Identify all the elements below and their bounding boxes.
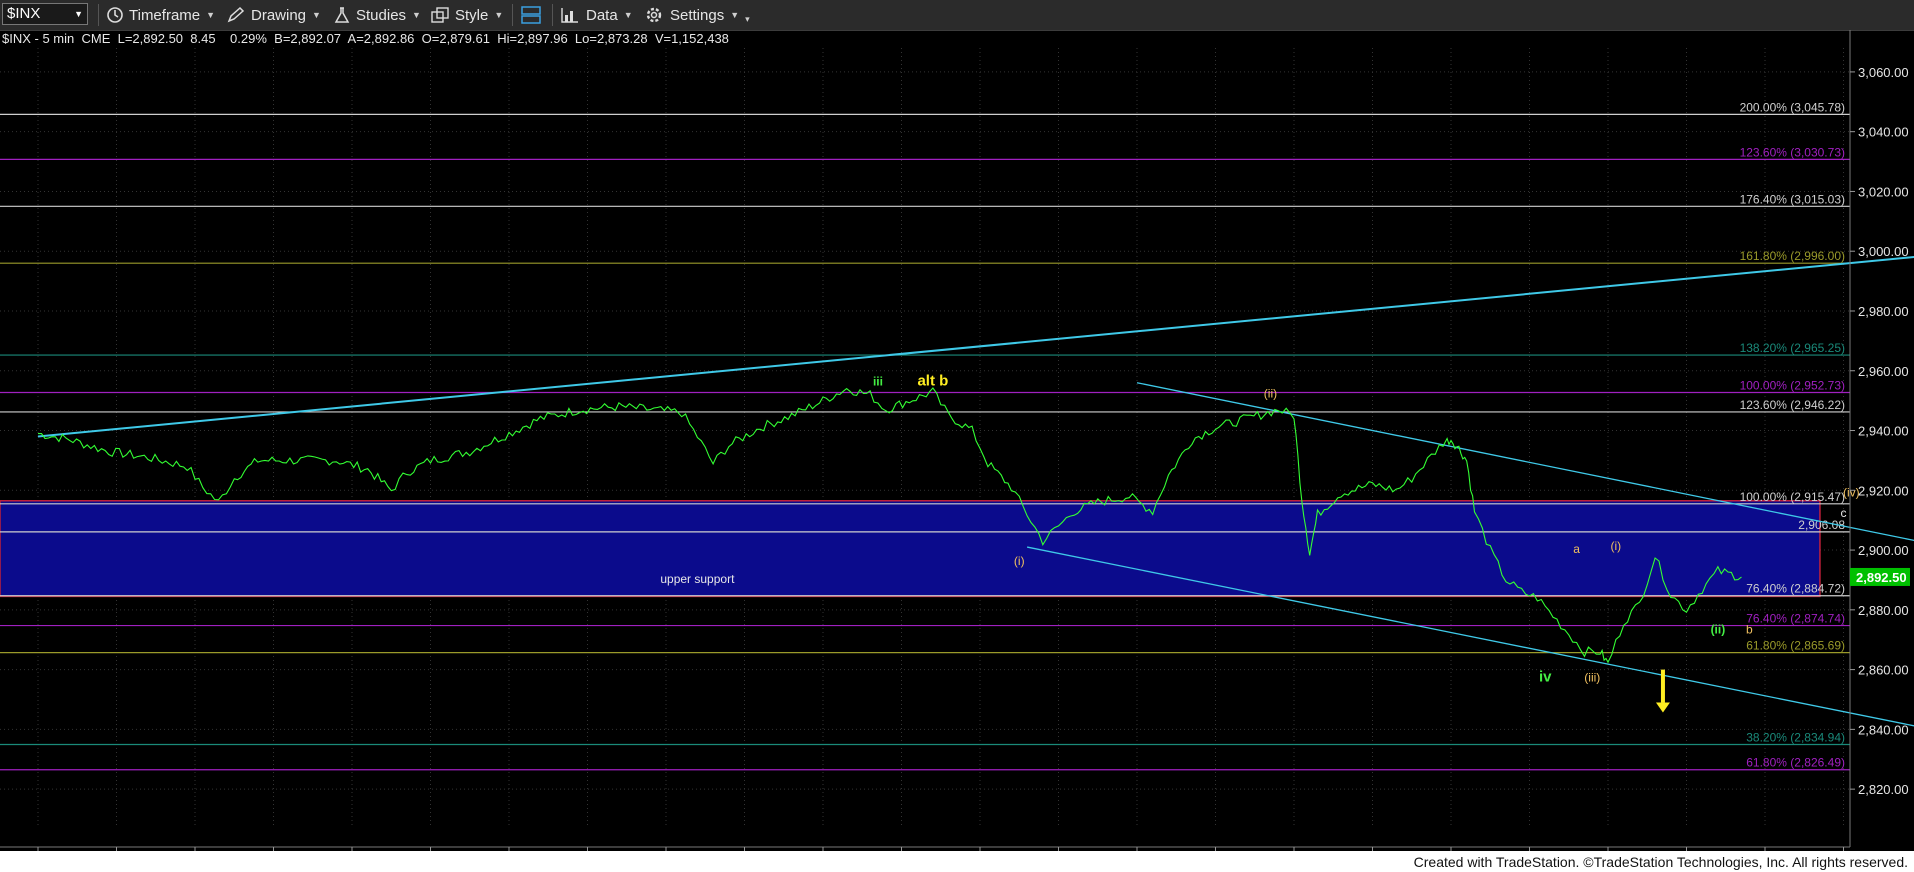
- axes-layer: 2,820.00 2,840.00 2,860.00 2,880.00 2,900.00…: [0, 30, 1910, 866]
- y-tick-label: 2,900.00: [1858, 543, 1909, 558]
- quote-info-bar: $INX - 5 min CME L=2,892.50 8.45 0.29% B…: [2, 31, 729, 47]
- high-price: Hi=2,897.96: [497, 31, 568, 46]
- percent-change: 0.29%: [230, 31, 267, 46]
- low-price: Lo=2,873.28: [574, 31, 648, 46]
- wave-label: (ii): [1264, 387, 1277, 401]
- support-zone: [0, 500, 1821, 598]
- exchange: CME: [81, 31, 111, 46]
- fib-level-label: 61.80% (2,865.69): [1746, 639, 1845, 653]
- y-tick-label: 2,920.00: [1858, 483, 1909, 498]
- last-price: L=2,892.50: [117, 31, 184, 46]
- bid-price: B=2,892.07: [274, 31, 342, 46]
- fib-level-label: 138.20% (2,965.25): [1740, 341, 1845, 355]
- fib-level-label: 100.00% (2,915.47): [1740, 490, 1845, 504]
- wave-label: iv: [1539, 669, 1552, 686]
- trendline: [1136, 382, 1914, 542]
- last-price-label: 2,892.50: [1856, 570, 1907, 585]
- price-chart[interactable]: 200.00% (3,045.78) 123.60% (3,030.73) 176.…: [0, 0, 1914, 872]
- wave-label: (i): [1611, 539, 1622, 553]
- wave-label: (i): [1014, 554, 1025, 568]
- fib-level-label: 161.80% (2,996.00): [1740, 249, 1845, 263]
- symbol-description: $INX - 5 min: [2, 31, 75, 46]
- open-price: O=2,879.61: [421, 31, 490, 46]
- wave-label: upper support: [660, 572, 735, 586]
- trendlines-layer: [37, 255, 1914, 727]
- y-tick-label: 2,840.00: [1858, 722, 1909, 737]
- y-tick-label: 2,880.00: [1858, 603, 1909, 618]
- volume: V=1,152,438: [654, 31, 729, 46]
- net-change: 8.45: [190, 31, 216, 46]
- y-tick-label: 2,960.00: [1858, 364, 1909, 379]
- down-arrow-icon: [1655, 702, 1670, 713]
- wave-label: alt b: [917, 373, 948, 390]
- fib-level-label: 176.40% (3,015.03): [1740, 192, 1845, 206]
- fib-level-label: 100.00% (2,952.73): [1740, 378, 1845, 392]
- y-tick-label: 3,060.00: [1858, 65, 1909, 80]
- wave-label: iii: [873, 375, 883, 389]
- wave-label: c: [1841, 506, 1847, 520]
- fib-level-label: 123.60% (2,946.22): [1740, 398, 1845, 412]
- wave-label: (ii): [1711, 623, 1726, 637]
- wave-label: a: [1573, 542, 1580, 556]
- fib-level-label: 76.40% (2,884.72): [1746, 582, 1845, 596]
- fib-level-label: 61.80% (2,826.49): [1746, 756, 1845, 770]
- y-tick-label: 3,000.00: [1858, 244, 1909, 259]
- ask-price: A=2,892.86: [347, 31, 415, 46]
- trendline: [37, 255, 1914, 438]
- y-tick-label: 3,040.00: [1858, 125, 1909, 140]
- y-tick-label: 2,940.00: [1858, 424, 1909, 439]
- wave-label: b: [1746, 623, 1753, 637]
- wave-label: (iii): [1584, 671, 1600, 685]
- y-tick-label: 2,980.00: [1858, 304, 1909, 319]
- y-tick-label: 3,020.00: [1858, 184, 1909, 199]
- fib-level-label: 76.40% (2,874.74): [1746, 612, 1845, 626]
- copyright-text: Created with TradeStation. ©TradeStation…: [1413, 854, 1908, 870]
- fib-level-label: 123.60% (3,030.73): [1740, 145, 1845, 159]
- footer: Created with TradeStation. ©TradeStation…: [0, 851, 1914, 872]
- fib-level-label: 200.00% (3,045.78): [1740, 100, 1845, 114]
- y-tick-label: 2,860.00: [1858, 663, 1909, 678]
- fib-level-label: 38.20% (2,834.94): [1746, 730, 1845, 744]
- y-tick-label: 2,820.00: [1858, 782, 1909, 797]
- chart-grid: [0, 48, 1850, 825]
